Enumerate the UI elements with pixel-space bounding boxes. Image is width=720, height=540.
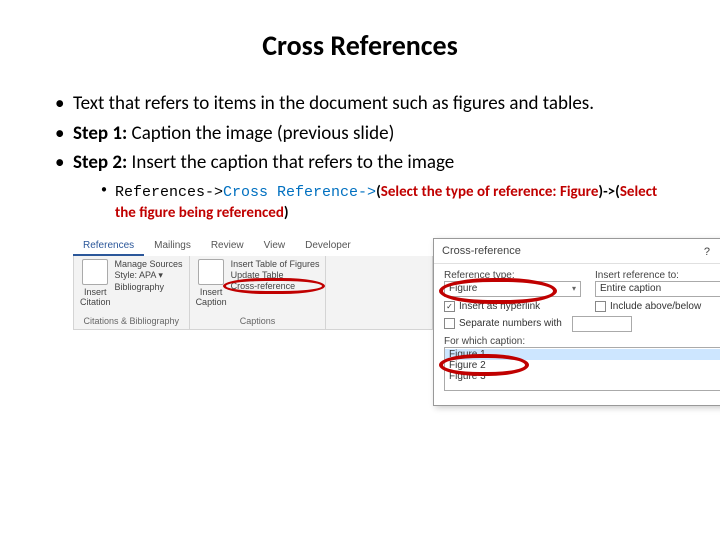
checkbox-icon: ✓ — [444, 301, 455, 312]
for-which-label: For which caption: — [444, 336, 720, 347]
chevron-down-icon: ▾ — [572, 284, 576, 293]
path-references: References-> — [115, 184, 223, 201]
manage-sources-button[interactable]: Manage Sources — [115, 259, 183, 269]
word-screenshot: References Mailings Review View Develope… — [73, 238, 720, 408]
group-label-captions: Captions — [196, 316, 320, 326]
tab-developer[interactable]: Developer — [295, 238, 361, 256]
checkbox-icon — [444, 318, 455, 329]
paren2: )->( — [598, 183, 619, 201]
bullet-list: Text that refers to items in the documen… — [55, 91, 665, 224]
step1-text: Caption the image (previous slide) — [127, 122, 394, 145]
step2-text: Insert the caption that refers to the im… — [127, 151, 454, 174]
path-select-type: Select the type of reference: Figure — [381, 183, 599, 201]
tab-references[interactable]: References — [73, 238, 144, 256]
separate-numbers-checkbox[interactable]: Separate numbers with — [444, 316, 720, 332]
separator-input[interactable] — [572, 316, 632, 332]
sub-bullet: References->Cross Reference->(Select the… — [73, 182, 665, 224]
bullet-1: Text that refers to items in the documen… — [55, 91, 665, 117]
bibliography-button[interactable]: Bibliography — [115, 282, 183, 292]
step1-label: Step 1: — [73, 122, 127, 145]
group-label-citations: Citations & Bibliography — [80, 316, 183, 326]
insert-tof-button[interactable]: Insert Table of Figures — [231, 259, 320, 269]
cross-reference-dialog: Cross-reference ? ✕ Reference type: Figu… — [433, 238, 720, 406]
caption-icon — [198, 259, 224, 285]
insert-citation-button[interactable]: Insert Citation — [80, 259, 111, 307]
ribbon: Insert Citation Manage Sources Style: AP… — [73, 256, 433, 330]
tab-mailings[interactable]: Mailings — [144, 238, 201, 256]
dialog-help-icon[interactable]: ? — [704, 246, 710, 258]
tab-review[interactable]: Review — [201, 238, 254, 256]
highlight-oval-figure1 — [439, 354, 529, 376]
insert-ref-label: Insert reference to: — [595, 270, 720, 281]
step2-label: Step 2: — [73, 151, 127, 174]
group-captions: Insert Caption Insert Table of Figures U… — [190, 256, 327, 329]
insert-caption-button[interactable]: Insert Caption — [196, 259, 227, 307]
tab-view[interactable]: View — [254, 238, 296, 256]
path-crossref: Cross Reference-> — [223, 184, 376, 201]
slide-title: Cross References — [55, 28, 665, 63]
include-above-checkbox[interactable]: Include above/below — [595, 301, 720, 312]
checkbox-icon — [595, 301, 606, 312]
dialog-title-text: Cross-reference — [442, 245, 521, 257]
cross-reference-button[interactable]: Cross-reference — [231, 281, 320, 291]
style-dropdown[interactable]: Style: APA ▾ — [115, 270, 183, 281]
citation-icon — [82, 259, 108, 285]
insert-ref-select[interactable]: Entire caption▾ — [595, 281, 720, 297]
group-citations: Insert Citation Manage Sources Style: AP… — [74, 256, 190, 329]
bullet-2: Step 1: Caption the image (previous slid… — [55, 121, 665, 147]
highlight-oval-reftype — [439, 278, 557, 304]
paren3: ) — [284, 204, 289, 222]
bullet-3: Step 2: Insert the caption that refers t… — [55, 150, 665, 224]
